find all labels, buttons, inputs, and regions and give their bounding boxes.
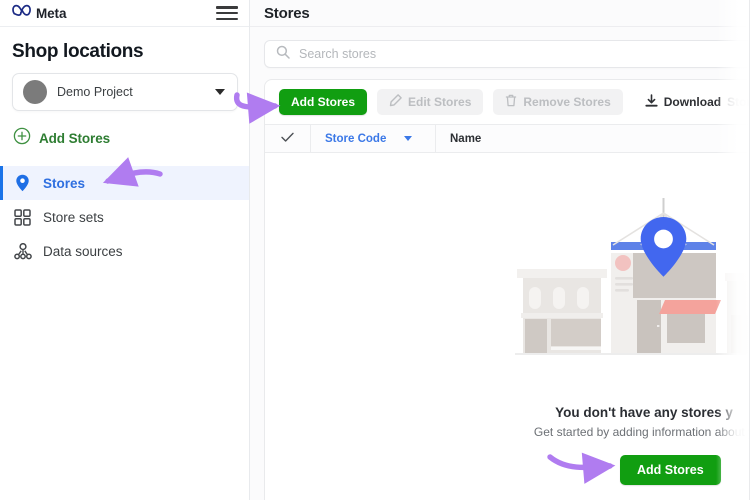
meta-infinity-icon <box>12 4 31 22</box>
storefronts-with-map-pin-illustration <box>515 195 750 380</box>
meta-brand[interactable]: Meta <box>12 4 66 22</box>
checkmark-icon <box>281 132 294 146</box>
sidebar-item-stores[interactable]: Stores <box>0 166 250 200</box>
sidebar-topbar: Meta <box>0 0 250 27</box>
column-header-name[interactable]: Name <box>436 125 481 152</box>
column-header-store-code[interactable]: Store Code <box>311 125 436 152</box>
search-box[interactable] <box>264 40 750 68</box>
shop-locations-app: Meta Shop locations Demo Project Add Sto… <box>0 0 750 500</box>
empty-state-text: You don't have any stores y Get started … <box>265 405 750 439</box>
sidebar-item-store-sets-label: Store sets <box>43 209 104 225</box>
sidebar-nav: Stores Store sets Data sources <box>0 166 250 268</box>
grid-squares-icon <box>13 208 32 227</box>
empty-state-add-stores-button[interactable]: Add Stores <box>620 455 721 485</box>
sidebar-item-data-sources[interactable]: Data sources <box>0 234 250 268</box>
download-stores-button-label-tail: Stores <box>727 95 750 109</box>
add-stores-button-label: Add Stores <box>291 95 356 109</box>
project-name-label: Demo Project <box>57 85 133 99</box>
search-area <box>250 27 750 68</box>
trash-icon <box>505 94 517 110</box>
remove-stores-button[interactable]: Remove Stores <box>493 89 623 115</box>
sidebar-item-data-sources-label: Data sources <box>43 243 123 259</box>
add-stores-button[interactable]: Add Stores <box>279 89 368 115</box>
chevron-down-icon <box>215 89 225 95</box>
data-nodes-icon <box>13 242 32 261</box>
column-header-store-code-label: Store Code <box>325 132 387 145</box>
select-all-checkbox[interactable] <box>265 125 311 152</box>
meta-brand-label: Meta <box>36 5 67 21</box>
pencil-icon <box>389 94 402 110</box>
search-icon <box>276 45 290 64</box>
sidebar-item-store-sets[interactable]: Store sets <box>0 200 250 234</box>
edit-stores-button[interactable]: Edit Stores <box>377 89 484 115</box>
remove-stores-button-label: Remove Stores <box>523 95 611 109</box>
edit-stores-button-label: Edit Stores <box>408 95 472 109</box>
hamburger-menu-icon[interactable] <box>216 5 238 21</box>
download-stores-button[interactable]: Download Stores <box>633 89 750 115</box>
project-selector[interactable]: Demo Project <box>12 73 238 111</box>
download-icon <box>645 93 658 111</box>
project-avatar <box>23 80 47 104</box>
sort-descending-caret-icon <box>404 136 413 141</box>
stores-table-header: Store Code Name <box>265 124 750 153</box>
page-title: Shop locations <box>12 41 144 62</box>
empty-state-title: You don't have any stores y <box>555 405 733 420</box>
stores-toolbar: Add Stores Edit Stores Remove Stores Dow… <box>265 80 750 124</box>
main-content: Stores Add Stores <box>250 0 750 500</box>
sidebar-add-stores-label: Add Stores <box>39 131 111 146</box>
empty-state-cta: Add Stores <box>620 455 721 485</box>
stores-panel: Add Stores Edit Stores Remove Stores Dow… <box>264 79 750 500</box>
main-page-title: Stores <box>264 4 310 22</box>
sidebar-item-stores-label: Stores <box>43 175 86 191</box>
stores-empty-state: You don't have any stores y Get started … <box>265 153 750 500</box>
empty-state-subtitle: Get started by adding information about … <box>533 425 750 439</box>
column-header-name-label: Name <box>450 132 482 145</box>
empty-state-add-stores-label: Add Stores <box>637 463 704 477</box>
search-input[interactable] <box>299 47 750 61</box>
sidebar-add-stores-link[interactable]: Add Stores <box>0 111 250 158</box>
download-stores-button-label: Download <box>663 95 722 109</box>
map-pin-icon <box>13 174 32 193</box>
main-header: Stores <box>250 0 750 27</box>
plus-circle-icon <box>13 127 31 150</box>
sidebar: Meta Shop locations Demo Project Add Sto… <box>0 0 250 500</box>
